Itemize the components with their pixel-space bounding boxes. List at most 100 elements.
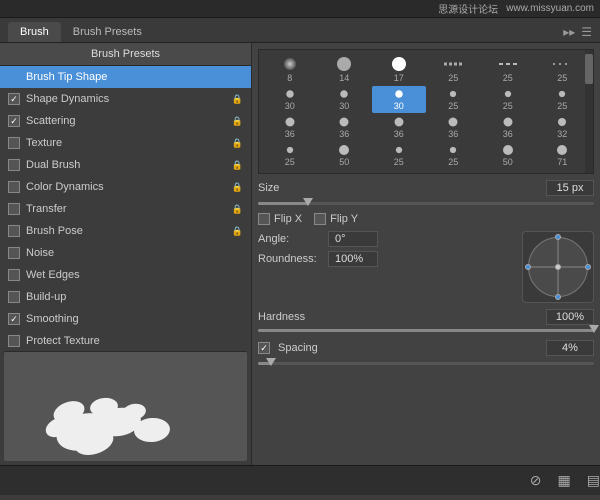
brush-cell-1-5[interactable]: 25 xyxy=(536,86,590,113)
brush-icon-4-0 xyxy=(279,172,301,174)
brush-cell-1-3[interactable]: 25 xyxy=(427,86,481,113)
dial-handle-top[interactable] xyxy=(555,234,561,240)
brush-cell-1-2[interactable]: 30 xyxy=(372,86,426,113)
checkbox-build-up[interactable] xyxy=(8,291,20,303)
brush-cell-2-3[interactable]: 36 xyxy=(427,114,481,141)
brush-cell-3-0[interactable]: 25 xyxy=(263,142,317,169)
size-value[interactable]: 15 px xyxy=(546,180,594,196)
brush-cell-1-0[interactable]: 30 xyxy=(263,86,317,113)
menu-item-transfer[interactable]: Transfer🔒 xyxy=(0,198,251,220)
lock-brush-pose: 🔒 xyxy=(232,226,243,237)
checkbox-wet-edges[interactable] xyxy=(8,269,20,281)
menu-item-dual-brush[interactable]: Dual Brush🔒 xyxy=(0,154,251,176)
brush-cell-3-5[interactable]: 71 xyxy=(536,142,590,169)
brush-cell-1-4[interactable]: 25 xyxy=(481,86,535,113)
menu-item-wet-edges[interactable]: Wet Edges xyxy=(0,264,251,286)
hardness-value[interactable]: 100% xyxy=(546,309,594,325)
hardness-slider-thumb[interactable] xyxy=(589,325,599,333)
checkbox-smoothing[interactable] xyxy=(8,313,20,325)
checkbox-scattering[interactable] xyxy=(8,115,20,127)
tab-brush[interactable]: Brush xyxy=(8,22,61,42)
paint-icon[interactable]: ⊘ xyxy=(530,472,542,489)
brush-cell-2-1[interactable]: 36 xyxy=(318,114,372,141)
brush-cell-4-5[interactable]: 25 xyxy=(536,170,590,174)
brush-cell-0-3[interactable]: 25 xyxy=(427,54,481,85)
hardness-slider[interactable] xyxy=(258,329,594,332)
spacing-value[interactable]: 4% xyxy=(546,340,594,356)
brush-icon-0-3 xyxy=(442,56,464,72)
brush-cell-2-2[interactable]: 36 xyxy=(372,114,426,141)
dial-handle-right[interactable] xyxy=(585,264,591,270)
checkbox-color-dynamics[interactable] xyxy=(8,181,20,193)
angle-row: Angle: 0° xyxy=(258,231,514,247)
brush-cell-4-0[interactable]: 25 xyxy=(263,170,317,174)
brush-cell-3-1[interactable]: 50 xyxy=(318,142,372,169)
flip-x-box[interactable] xyxy=(258,213,270,225)
checkbox-transfer[interactable] xyxy=(8,203,20,215)
grid-scrollbar[interactable] xyxy=(585,50,593,173)
menu-item-color-dynamics[interactable]: Color Dynamics🔒 xyxy=(0,176,251,198)
lock-texture: 🔒 xyxy=(232,138,243,149)
forward-icon[interactable]: ▸▸ xyxy=(563,25,575,39)
brush-cell-4-2[interactable]: 25 xyxy=(372,170,426,174)
brush-cell-3-4[interactable]: 50 xyxy=(481,142,535,169)
checkbox-shape-dynamics[interactable] xyxy=(8,93,20,105)
brush-num-2-3: 36 xyxy=(448,129,458,139)
label-color-dynamics: Color Dynamics xyxy=(26,181,232,193)
tab-brush-presets[interactable]: Brush Presets xyxy=(61,22,154,42)
brush-cell-0-4[interactable]: 25 xyxy=(481,54,535,85)
angle-dial[interactable] xyxy=(522,231,594,303)
checkbox-protect-texture[interactable] xyxy=(8,335,20,347)
size-slider-thumb[interactable] xyxy=(303,198,313,206)
flip-y-box[interactable] xyxy=(314,213,326,225)
brush-presets-header: Brush Presets xyxy=(0,43,251,66)
menu-item-scattering[interactable]: Scattering🔒 xyxy=(0,110,251,132)
menu-item-brush-tip-shape[interactable]: Brush Tip Shape xyxy=(0,66,251,88)
flip-x-checkbox[interactable]: Flip X xyxy=(258,213,302,225)
checkbox-dual-brush[interactable] xyxy=(8,159,20,171)
checkbox-texture[interactable] xyxy=(8,137,20,149)
brush-cell-4-1[interactable]: 25 xyxy=(318,170,372,174)
checkbox-noise[interactable] xyxy=(8,247,20,259)
brush-cell-0-2[interactable]: 17 xyxy=(372,54,426,85)
brush-cell-2-5[interactable]: 32 xyxy=(536,114,590,141)
menu-item-build-up[interactable]: Build-up xyxy=(0,286,251,308)
menu-item-brush-pose[interactable]: Brush Pose🔒 xyxy=(0,220,251,242)
brush-cell-1-1[interactable]: 30 xyxy=(318,86,372,113)
brush-num-1-2: 30 xyxy=(394,101,404,111)
angle-value[interactable]: 0° xyxy=(328,231,378,247)
brush-cell-4-4[interactable]: 25 xyxy=(481,170,535,174)
size-slider[interactable] xyxy=(258,202,594,205)
roundness-value[interactable]: 100% xyxy=(328,251,378,267)
brush-cell-0-1[interactable]: 14 xyxy=(318,54,372,85)
right-panel: 8141725252530303025252536363636363225502… xyxy=(252,43,600,465)
dial-handle-bottom[interactable] xyxy=(555,294,561,300)
brush-cell-4-3[interactable]: 25 xyxy=(427,170,481,174)
lock-color-dynamics: 🔒 xyxy=(232,182,243,193)
list-icon[interactable]: ▤ xyxy=(587,472,600,489)
angle-panel: Angle: 0° Roundness: 100% xyxy=(258,231,594,303)
flip-y-checkbox[interactable]: Flip Y xyxy=(314,213,358,225)
brush-cell-0-5[interactable]: 25 xyxy=(536,54,590,85)
brush-icon-1-0 xyxy=(279,88,301,100)
lock-shape-dynamics: 🔒 xyxy=(232,94,243,105)
hardness-row: Hardness 100% xyxy=(258,309,594,325)
brush-cell-2-4[interactable]: 36 xyxy=(481,114,535,141)
menu-item-protect-texture[interactable]: Protect Texture xyxy=(0,330,251,347)
menu-icon[interactable]: ☰ xyxy=(581,25,592,39)
dial-handle-left[interactable] xyxy=(525,264,531,270)
brush-cell-3-2[interactable]: 25 xyxy=(372,142,426,169)
spacing-slider-thumb[interactable] xyxy=(266,358,276,366)
menu-item-noise[interactable]: Noise xyxy=(0,242,251,264)
menu-item-shape-dynamics[interactable]: Shape Dynamics🔒 xyxy=(0,88,251,110)
spacing-slider[interactable] xyxy=(258,362,594,365)
grid-icon[interactable]: ▦ xyxy=(558,472,571,489)
menu-item-smoothing[interactable]: Smoothing xyxy=(0,308,251,330)
brush-cell-0-0[interactable]: 8 xyxy=(263,54,317,85)
checkbox-brush-pose[interactable] xyxy=(8,225,20,237)
menu-item-texture[interactable]: Texture🔒 xyxy=(0,132,251,154)
brush-cell-3-3[interactable]: 25 xyxy=(427,142,481,169)
brush-cell-2-0[interactable]: 36 xyxy=(263,114,317,141)
grid-scrollbar-thumb[interactable] xyxy=(585,54,593,84)
spacing-checkbox[interactable] xyxy=(258,342,270,354)
